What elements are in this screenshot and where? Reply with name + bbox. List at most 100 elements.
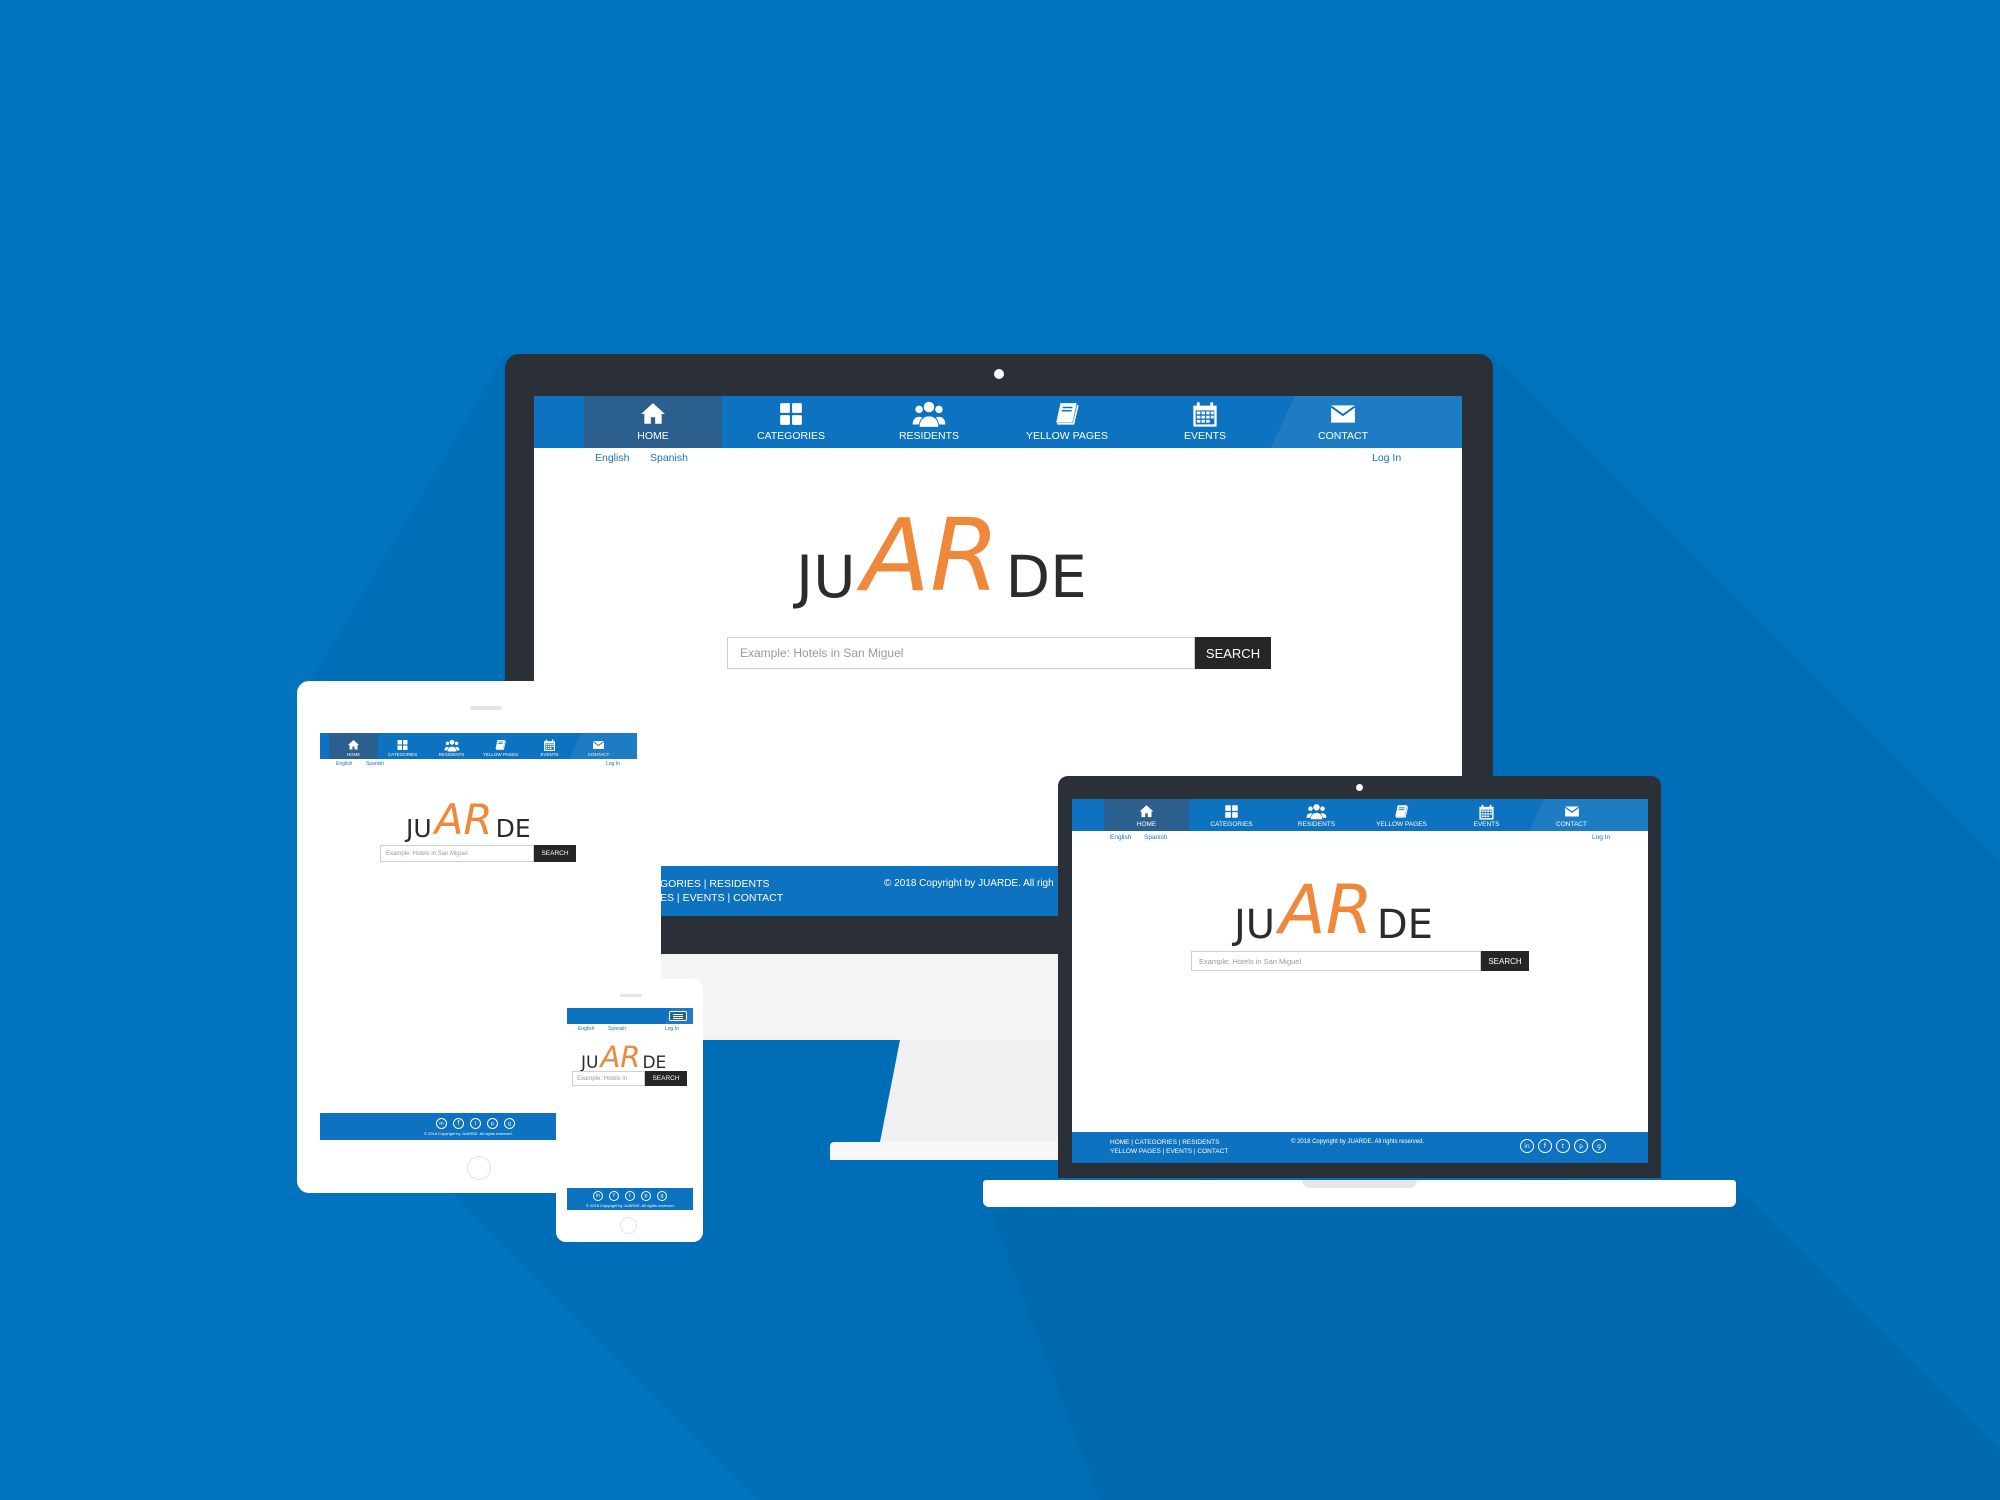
pinterest-icon[interactable]: p — [641, 1191, 651, 1201]
logo-ar: AR — [434, 795, 493, 844]
lang-spanish[interactable]: Spanish — [608, 1026, 626, 1032]
phone-speaker — [620, 994, 642, 997]
nav-home[interactable]: HOME — [1104, 799, 1189, 831]
lang-english[interactable]: English — [1110, 834, 1131, 841]
monitor-camera — [994, 369, 1004, 379]
footer-links-line2[interactable]: YELLOW PAGES | EVENTS | CONTACT — [1110, 1148, 1228, 1155]
site-logo: JU AR DE — [796, 506, 1087, 607]
login-link[interactable]: Log In — [1372, 452, 1401, 464]
nav-contact[interactable]: CONTACT — [1529, 799, 1614, 831]
nav-residents[interactable]: RESIDENTS — [1274, 799, 1359, 831]
tablet-speaker — [470, 706, 502, 710]
lang-english[interactable]: English — [336, 761, 352, 767]
nav-contact[interactable]: CONTACT — [574, 733, 623, 759]
lang-spanish[interactable]: Spanish — [366, 761, 384, 767]
users-icon — [912, 400, 946, 428]
nav-home[interactable]: HOME — [329, 733, 378, 759]
nav-residents-label: RESIDENTS — [1297, 821, 1336, 828]
footer-links-line1[interactable]: HOME | CATEGORIES | RESIDENTS — [1110, 1139, 1219, 1146]
search-input[interactable]: Example: Hotels in San Miguel — [1191, 951, 1481, 971]
grid-icon — [1223, 804, 1240, 819]
phone-screen: English Spanish Log In JU AR DE Example:… — [567, 1008, 693, 1210]
logo-ju: JU — [406, 814, 432, 843]
facebook-icon[interactable]: f — [453, 1118, 464, 1129]
site-logo: JU AR DE — [581, 1038, 666, 1072]
search-button[interactable]: SEARCH — [645, 1071, 687, 1086]
nav-events[interactable]: EVENTS — [1136, 396, 1274, 448]
logo-ju: JU — [581, 1053, 599, 1073]
lang-english[interactable]: English — [595, 452, 629, 464]
google-plus-icon[interactable]: g — [504, 1118, 515, 1129]
lang-english[interactable]: English — [578, 1026, 594, 1032]
pinterest-icon[interactable]: p — [1574, 1139, 1588, 1153]
nav-categories[interactable]: CATEGORIES — [378, 733, 427, 759]
twitter-icon[interactable]: t — [625, 1191, 635, 1201]
phone-home-button[interactable] — [620, 1217, 637, 1234]
search-input[interactable]: Example: Hotels in San Miguel — [380, 845, 534, 862]
nav-home-label: HOME — [637, 430, 669, 442]
search-button[interactable]: SEARCH — [1195, 637, 1271, 669]
social-icons: in f t p g — [1520, 1139, 1606, 1153]
nav-yellow-pages[interactable]: YELLOW PAGES — [476, 733, 525, 759]
nav-categories[interactable]: CATEGORIES — [1189, 799, 1274, 831]
envelope-icon — [1327, 401, 1359, 427]
hamburger-menu-icon[interactable] — [669, 1011, 687, 1021]
footer-links-line2[interactable]: ES | EVENTS | CONTACT — [660, 892, 783, 904]
nav-residents[interactable]: RESIDENTS — [860, 396, 998, 448]
nav-categories[interactable]: CATEGORIES — [722, 396, 860, 448]
facebook-icon[interactable]: f — [1538, 1139, 1552, 1153]
google-plus-icon[interactable]: g — [1592, 1139, 1606, 1153]
tablet-home-button[interactable] — [467, 1156, 491, 1180]
nav-yellow-pages[interactable]: YELLOW PAGES — [1359, 799, 1444, 831]
search-button[interactable]: SEARCH — [1481, 951, 1529, 971]
logo-ju: JU — [1234, 902, 1276, 948]
phone-nav — [567, 1008, 693, 1024]
nav-yellow-pages-label: YELLOW PAGES — [1376, 821, 1427, 828]
facebook-icon[interactable]: f — [609, 1191, 619, 1201]
footer-copyright: © 2018 Copyright by JUARDE. All rights r… — [1291, 1139, 1425, 1145]
pinterest-icon[interactable]: p — [487, 1118, 498, 1129]
nav-yellow-pages[interactable]: YELLOW PAGES — [998, 396, 1136, 448]
nav-categories-label: CATEGORIES — [387, 752, 418, 757]
home-icon — [1138, 804, 1155, 819]
google-plus-icon[interactable]: g — [657, 1191, 667, 1201]
envelope-icon — [1562, 804, 1582, 819]
calendar-icon — [1478, 804, 1495, 821]
search-input[interactable]: Example: Hotels in — [572, 1071, 645, 1086]
book-icon — [1393, 804, 1410, 819]
linkedin-icon[interactable]: in — [436, 1118, 447, 1129]
twitter-icon[interactable]: t — [470, 1118, 481, 1129]
users-icon — [1306, 803, 1327, 820]
laptop-notch — [1302, 1180, 1417, 1188]
laptop-screen: HOME CATEGORIES RESIDENTS YELLOW PAGES E… — [1072, 799, 1648, 1163]
login-link[interactable]: Log In — [1592, 834, 1610, 841]
lang-spanish[interactable]: Spanish — [650, 452, 688, 464]
login-link[interactable]: Log In — [665, 1026, 679, 1032]
nav-contact[interactable]: CONTACT — [1274, 396, 1412, 448]
home-icon — [639, 401, 667, 427]
nav-residents-label: RESIDENTS — [438, 752, 465, 757]
search-button[interactable]: SEARCH — [534, 845, 576, 862]
logo-de: DE — [1376, 902, 1433, 948]
search-input[interactable]: Example: Hotels in San Miguel — [727, 637, 1195, 669]
nav-home[interactable]: HOME — [584, 396, 722, 448]
nav-yellow-pages-label: YELLOW PAGES — [1025, 430, 1109, 442]
lang-spanish[interactable]: Spanish — [1144, 834, 1168, 841]
nav-home-label: HOME — [346, 752, 361, 757]
linkedin-icon[interactable]: in — [593, 1191, 603, 1201]
linkedin-icon[interactable]: in — [1520, 1139, 1534, 1153]
nav-events-label: EVENTS — [540, 752, 559, 757]
nav-residents[interactable]: RESIDENTS — [427, 733, 476, 759]
book-icon — [494, 739, 507, 751]
nav-events[interactable]: EVENTS — [525, 733, 574, 759]
footer-links-line1[interactable]: GORIES | RESIDENTS — [660, 878, 770, 890]
login-link[interactable]: Log In — [606, 761, 620, 767]
book-icon — [1053, 401, 1081, 427]
laptop-footer: HOME | CATEGORIES | RESIDENTS YELLOW PAG… — [1072, 1132, 1648, 1163]
nav-events[interactable]: EVENTS — [1444, 799, 1529, 831]
nav-categories-label: CATEGORIES — [756, 430, 826, 442]
twitter-icon[interactable]: t — [1556, 1139, 1570, 1153]
nav-residents-label: RESIDENTS — [898, 430, 960, 442]
logo-de: DE — [642, 1053, 667, 1073]
footer-copyright: © 2018 Copyright by JUARDE. All rights r… — [424, 1131, 513, 1136]
